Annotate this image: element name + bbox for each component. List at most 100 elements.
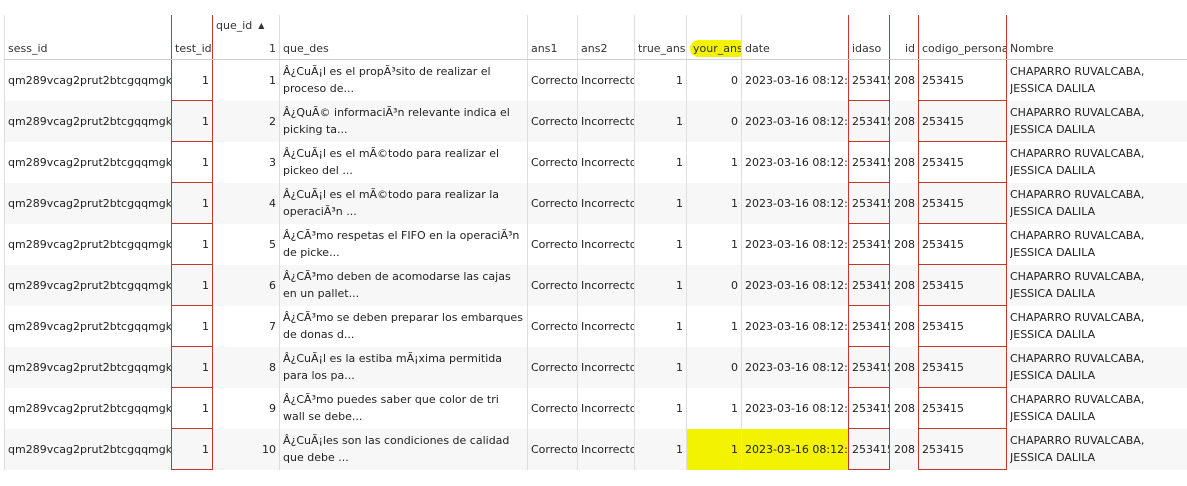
- cell-que-id[interactable]: 1: [212, 59, 280, 101]
- cell-sess-id[interactable]: qm289vcag2prut2btcgqqmgkng: [4, 182, 172, 224]
- cell-codigo-persona[interactable]: 253415: [918, 428, 1007, 470]
- cell-sess-id[interactable]: qm289vcag2prut2btcgqqmgkng: [4, 59, 172, 101]
- cell-your-ans[interactable]: 1: [686, 428, 742, 470]
- cell-sess-id[interactable]: qm289vcag2prut2btcgqqmgkng: [4, 264, 172, 306]
- table-row[interactable]: qm289vcag2prut2btcgqqmgkng 1 10 Â¿CuÃ¡les s…: [4, 428, 1187, 470]
- cell-ans2[interactable]: Incorrecto: [577, 223, 635, 265]
- cell-date[interactable]: 2023-03-16 08:12:23: [741, 346, 849, 388]
- cell-ans1[interactable]: Correcto: [527, 182, 578, 224]
- cell-que-des[interactable]: Â¿CuÃ¡l es el mÃ©todo para realizar la o…: [279, 182, 528, 224]
- cell-ans2[interactable]: Incorrecto: [577, 346, 635, 388]
- cell-sess-id[interactable]: qm289vcag2prut2btcgqqmgkng: [4, 223, 172, 265]
- cell-que-des[interactable]: Â¿QuÃ© informaciÃ³n relevante indica el …: [279, 100, 528, 142]
- cell-idaso[interactable]: 253415: [848, 387, 890, 429]
- cell-nombre[interactable]: CHAPARRO RUVALCABA, JESSICA DALILA: [1006, 346, 1187, 388]
- cell-true-ans[interactable]: 1: [634, 182, 687, 224]
- cell-date[interactable]: 2023-03-16 08:12:25: [741, 428, 849, 470]
- cell-idaso[interactable]: 253415: [848, 305, 890, 347]
- cell-your-ans[interactable]: 1: [686, 223, 742, 265]
- cell-nombre[interactable]: CHAPARRO RUVALCABA, JESSICA DALILA: [1006, 59, 1187, 101]
- cell-ans1[interactable]: Correcto: [527, 346, 578, 388]
- col-header-id[interactable]: id: [889, 15, 919, 60]
- cell-your-ans[interactable]: 0: [686, 346, 742, 388]
- table-row[interactable]: qm289vcag2prut2btcgqqmgkng 1 2 Â¿QuÃ© infor…: [4, 100, 1187, 142]
- cell-id[interactable]: 208: [889, 428, 919, 470]
- cell-test-id[interactable]: 1: [171, 264, 213, 306]
- cell-your-ans[interactable]: 1: [686, 141, 742, 183]
- cell-ans2[interactable]: Incorrecto: [577, 387, 635, 429]
- cell-date[interactable]: 2023-03-16 08:12:17: [741, 100, 849, 142]
- table-row[interactable]: qm289vcag2prut2btcgqqmgkng 1 6 Â¿CÃ³mo debe…: [4, 264, 1187, 306]
- col-header-sess_id[interactable]: sess_id: [4, 15, 172, 60]
- cell-true-ans[interactable]: 1: [634, 428, 687, 470]
- cell-your-ans[interactable]: 1: [686, 182, 742, 224]
- cell-id[interactable]: 208: [889, 264, 919, 306]
- cell-nombre[interactable]: CHAPARRO RUVALCABA, JESSICA DALILA: [1006, 264, 1187, 306]
- cell-date[interactable]: 2023-03-16 08:12:18: [741, 141, 849, 183]
- cell-sess-id[interactable]: qm289vcag2prut2btcgqqmgkng: [4, 387, 172, 429]
- cell-id[interactable]: 208: [889, 223, 919, 265]
- table-row[interactable]: qm289vcag2prut2btcgqqmgkng 1 4 Â¿CuÃ¡l es e…: [4, 182, 1187, 224]
- cell-que-id[interactable]: 8: [212, 346, 280, 388]
- cell-que-des[interactable]: Â¿CuÃ¡les son las condiciones de calidad…: [279, 428, 528, 470]
- cell-id[interactable]: 208: [889, 100, 919, 142]
- cell-idaso[interactable]: 253415: [848, 100, 890, 142]
- cell-sess-id[interactable]: qm289vcag2prut2btcgqqmgkng: [4, 346, 172, 388]
- table-row[interactable]: qm289vcag2prut2btcgqqmgkng 1 3 Â¿CuÃ¡l es e…: [4, 141, 1187, 183]
- cell-test-id[interactable]: 1: [171, 387, 213, 429]
- cell-ans1[interactable]: Correcto: [527, 305, 578, 347]
- cell-id[interactable]: 208: [889, 59, 919, 101]
- cell-date[interactable]: 2023-03-16 08:12:19: [741, 182, 849, 224]
- cell-ans1[interactable]: Correcto: [527, 59, 578, 101]
- cell-true-ans[interactable]: 1: [634, 141, 687, 183]
- cell-que-id[interactable]: 2: [212, 100, 280, 142]
- cell-codigo-persona[interactable]: 253415: [918, 264, 1007, 306]
- table-row[interactable]: qm289vcag2prut2btcgqqmgkng 1 8 Â¿CuÃ¡l es l…: [4, 346, 1187, 388]
- cell-ans1[interactable]: Correcto: [527, 100, 578, 142]
- col-header-your_ans[interactable]: your_ans: [686, 15, 742, 60]
- table-row[interactable]: qm289vcag2prut2btcgqqmgkng 1 7 Â¿CÃ³mo se d…: [4, 305, 1187, 347]
- col-header-ans1[interactable]: ans1: [527, 15, 578, 60]
- col-header-date[interactable]: date: [741, 15, 849, 60]
- cell-test-id[interactable]: 1: [171, 100, 213, 142]
- cell-que-des[interactable]: Â¿CuÃ¡l es el propÃ³sito de realizar el …: [279, 59, 528, 101]
- cell-test-id[interactable]: 1: [171, 346, 213, 388]
- cell-codigo-persona[interactable]: 253415: [918, 223, 1007, 265]
- cell-true-ans[interactable]: 1: [634, 305, 687, 347]
- cell-nombre[interactable]: CHAPARRO RUVALCABA, JESSICA DALILA: [1006, 141, 1187, 183]
- cell-que-id[interactable]: 3: [212, 141, 280, 183]
- cell-que-id[interactable]: 6: [212, 264, 280, 306]
- col-header-codigo_persona[interactable]: codigo_persona: [918, 15, 1007, 60]
- cell-ans2[interactable]: Incorrecto: [577, 141, 635, 183]
- cell-codigo-persona[interactable]: 253415: [918, 346, 1007, 388]
- cell-nombre[interactable]: CHAPARRO RUVALCABA, JESSICA DALILA: [1006, 182, 1187, 224]
- table-row[interactable]: qm289vcag2prut2btcgqqmgkng 1 1 Â¿CuÃ¡l es e…: [4, 59, 1187, 101]
- cell-codigo-persona[interactable]: 253415: [918, 59, 1007, 101]
- cell-ans2[interactable]: Incorrecto: [577, 428, 635, 470]
- cell-id[interactable]: 208: [889, 141, 919, 183]
- cell-your-ans[interactable]: 1: [686, 387, 742, 429]
- cell-que-des[interactable]: Â¿CuÃ¡l es la estiba mÃ¡xima permitida p…: [279, 346, 528, 388]
- cell-idaso[interactable]: 253415: [848, 264, 890, 306]
- col-header-idaso[interactable]: idaso: [848, 15, 890, 60]
- col-header-true_ans[interactable]: true_ans: [634, 15, 687, 60]
- cell-codigo-persona[interactable]: 253415: [918, 141, 1007, 183]
- cell-your-ans[interactable]: 0: [686, 264, 742, 306]
- sort-asc-icon[interactable]: ▲: [258, 21, 264, 30]
- cell-test-id[interactable]: 1: [171, 428, 213, 470]
- cell-ans1[interactable]: Correcto: [527, 223, 578, 265]
- cell-ans2[interactable]: Incorrecto: [577, 59, 635, 101]
- cell-nombre[interactable]: CHAPARRO RUVALCABA, JESSICA DALILA: [1006, 223, 1187, 265]
- cell-true-ans[interactable]: 1: [634, 100, 687, 142]
- cell-true-ans[interactable]: 1: [634, 59, 687, 101]
- cell-date[interactable]: 2023-03-16 08:12:16: [741, 59, 849, 101]
- cell-id[interactable]: 208: [889, 346, 919, 388]
- cell-test-id[interactable]: 1: [171, 59, 213, 101]
- cell-ans1[interactable]: Correcto: [527, 141, 578, 183]
- cell-que-des[interactable]: Â¿CuÃ¡l es el mÃ©todo para realizar el p…: [279, 141, 528, 183]
- table-row[interactable]: qm289vcag2prut2btcgqqmgkng 1 5 Â¿CÃ³mo resp…: [4, 223, 1187, 265]
- cell-idaso[interactable]: 253415: [848, 59, 890, 101]
- cell-que-id[interactable]: 10: [212, 428, 280, 470]
- col-header-nombre[interactable]: Nombre: [1006, 15, 1187, 60]
- cell-your-ans[interactable]: 0: [686, 100, 742, 142]
